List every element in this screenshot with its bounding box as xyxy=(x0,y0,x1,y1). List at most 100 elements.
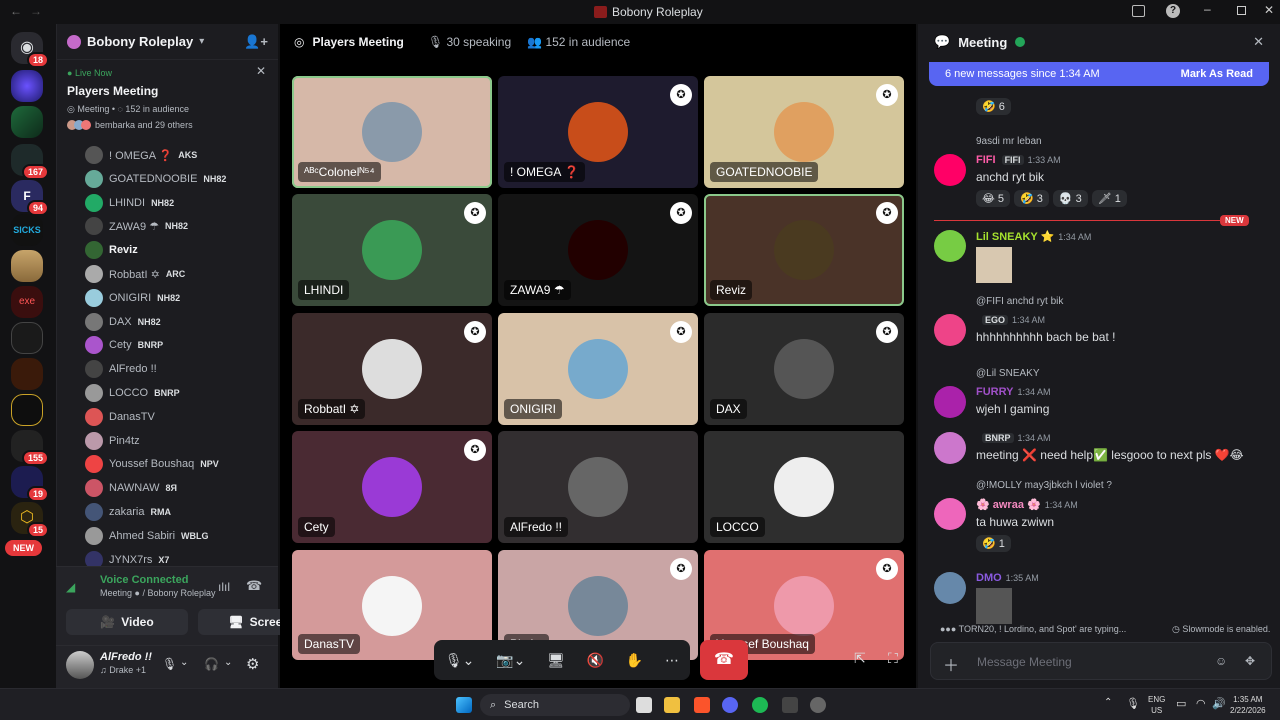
taskbar-search[interactable]: ⌕ Search xyxy=(480,694,630,716)
member-item[interactable]: LHINDI NH82 xyxy=(85,192,174,214)
server-item[interactable]: SICKS xyxy=(11,214,43,246)
emoji-icon[interactable]: ☺ xyxy=(1215,654,1227,668)
apps-icon[interactable]: ✥ xyxy=(1245,654,1255,668)
add-attachment-icon[interactable]: ＋ xyxy=(943,652,959,676)
chevron-down-icon[interactable]: ⌄ xyxy=(224,657,232,668)
headset-icon[interactable]: 🎧 xyxy=(204,657,219,671)
member-item[interactable]: ONIGIRI NH82 xyxy=(85,287,180,309)
microphone-icon[interactable]: 🎙 xyxy=(1126,697,1140,710)
reply-preview[interactable]: @!MOLLY may3jbkch l violet ? xyxy=(976,480,1269,491)
server-item[interactable] xyxy=(11,322,43,354)
participant-tile[interactable]: ✪ Reviz xyxy=(704,194,904,306)
server-item[interactable] xyxy=(11,70,43,102)
mute-icon[interactable]: 🔇 xyxy=(587,652,604,669)
inbox-icon[interactable] xyxy=(1132,5,1145,17)
app-icon[interactable] xyxy=(810,697,826,713)
chevron-down-icon[interactable]: ▾ xyxy=(199,36,204,47)
close-icon[interactable]: ✕ xyxy=(256,64,266,78)
message-avatar[interactable] xyxy=(934,572,966,604)
close-chat-icon[interactable]: ✕ xyxy=(1253,34,1264,50)
reply-preview[interactable]: @Lil SNEAKY xyxy=(976,368,1269,379)
server-item[interactable]: F 94 xyxy=(11,180,49,216)
message-avatar[interactable] xyxy=(934,386,966,418)
reply-preview[interactable]: @FIFI anchd ryt bik xyxy=(976,296,1269,307)
wifi-icon[interactable]: ◠ xyxy=(1196,697,1206,710)
add-member-icon[interactable]: 👤+ xyxy=(244,34,268,50)
mark-read-button[interactable]: Mark As Read xyxy=(1181,68,1253,80)
member-item[interactable]: Reviz xyxy=(85,239,138,261)
reaction-chip[interactable]: 🗡 1 xyxy=(1091,190,1127,207)
server-item[interactable]: exe xyxy=(11,286,43,318)
chat-message[interactable]: 9asdi mr leban FIFI FIFI 1:33 AM anchd ryt b… xyxy=(934,136,1269,207)
disconnect-icon[interactable]: ☎ xyxy=(246,578,262,594)
close-window-icon[interactable]: ✕ xyxy=(1264,3,1274,17)
participant-tile[interactable]: ᴬᴮᶜColonelᴺ⁵⁴ xyxy=(292,76,492,188)
chevron-up-icon[interactable]: ⌃ xyxy=(1104,697,1112,708)
server-item[interactable]: 19 xyxy=(11,466,49,502)
member-item[interactable]: ! OMEGA ❓ AKS xyxy=(85,144,197,166)
message-input[interactable]: Message Meeting xyxy=(977,655,1072,669)
message-author[interactable]: FURRY xyxy=(976,386,1013,398)
message-avatar[interactable] xyxy=(934,230,966,262)
reaction-chip[interactable]: 💀 3 xyxy=(1052,190,1088,207)
gear-icon[interactable]: ⚙ xyxy=(246,655,259,673)
participant-tile[interactable]: ✪ RobbatI ✡ xyxy=(292,313,492,425)
message-author[interactable]: DMO xyxy=(976,572,1002,584)
message-attachment-image[interactable] xyxy=(976,588,1012,624)
microphone-icon[interactable]: 🎙 xyxy=(162,657,177,671)
signal-icon[interactable]: ◢ xyxy=(66,580,75,594)
file-explorer-icon[interactable] xyxy=(664,697,680,713)
message-avatar[interactable] xyxy=(934,314,966,346)
participant-tile[interactable]: AlFredo !! xyxy=(498,431,698,543)
network-icon[interactable]: ▭ xyxy=(1176,697,1186,710)
message-author[interactable]: 🌸 awraa 🌸 xyxy=(976,499,1041,511)
chevron-down-icon[interactable]: ⌄ xyxy=(180,657,188,668)
spotify-icon[interactable] xyxy=(752,697,768,713)
maximize-icon[interactable] xyxy=(1237,6,1246,15)
member-item[interactable]: Youssef Boushaq NPV xyxy=(85,453,219,475)
participant-tile[interactable]: ✪ DAX xyxy=(704,313,904,425)
new-unreads-pill[interactable]: NEW xyxy=(5,540,42,556)
member-item[interactable]: zakaria RMA xyxy=(85,501,171,523)
windows-start-icon[interactable] xyxy=(456,697,472,713)
clock[interactable]: 1:35 AM 2/22/2026 xyxy=(1230,694,1266,716)
live-stage-card[interactable]: ● Live Now ✕ Players Meeting ◎ Meeting •… xyxy=(67,64,268,130)
new-messages-bar[interactable]: 6 new messages since 1:34 AM Mark As Rea… xyxy=(929,62,1269,86)
participant-tile[interactable]: LOCCO xyxy=(704,431,904,543)
video-button[interactable]: 🎥 Video xyxy=(66,609,188,635)
voice-status[interactable]: Voice Connected xyxy=(100,574,188,586)
member-item[interactable]: DAX NH82 xyxy=(85,311,161,333)
message-avatar[interactable] xyxy=(934,154,966,186)
server-item[interactable] xyxy=(11,250,43,282)
message-author[interactable]: FIFI xyxy=(976,154,996,166)
chat-message[interactable]: @!MOLLY may3jbkch l violet ? 🌸 awraa 🌸 1:3… xyxy=(934,480,1269,552)
microphone-icon[interactable]: 🎙⌄ xyxy=(445,652,475,669)
voice-location[interactable]: Meeting ● / Bobony Roleplay xyxy=(100,588,216,598)
guild-header[interactable]: Bobony Roleplay ▾ 👤+ xyxy=(57,24,278,60)
forward-arrow-icon[interactable]: → xyxy=(30,4,42,18)
server-item[interactable]: 167 xyxy=(11,144,49,180)
chat-message[interactable]: @Lil SNEAKY FURRY 1:34 AM wjeh l gaming xyxy=(934,368,1269,418)
reaction-chip[interactable]: 😂 5 xyxy=(976,190,1011,207)
participant-tile[interactable]: ✪ ONIGIRI xyxy=(498,313,698,425)
popout-icon[interactable]: ⇱ xyxy=(854,650,866,667)
server-item[interactable]: 155 xyxy=(11,430,49,466)
member-item[interactable]: DanasTV xyxy=(85,406,155,428)
back-arrow-icon[interactable]: ← xyxy=(10,4,22,18)
member-item[interactable]: Cety BNRP xyxy=(85,334,163,356)
member-item[interactable]: NAWNAW 8Я xyxy=(85,477,177,499)
camera-off-icon[interactable]: 📷⌄ xyxy=(496,652,525,669)
hangup-button[interactable]: ☎ xyxy=(700,640,748,680)
help-icon[interactable]: ? xyxy=(1166,4,1180,18)
screen-share-icon[interactable]: 🖥 xyxy=(547,652,565,669)
participant-tile[interactable]: ✪ ! OMEGA ❓ xyxy=(498,76,698,188)
minimize-icon[interactable]: – xyxy=(1204,2,1211,16)
reply-preview[interactable]: 9asdi mr leban xyxy=(976,136,1269,147)
member-item[interactable]: ZAWA9 ☂ NH82 xyxy=(85,215,188,237)
member-item[interactable]: AlFredo !! xyxy=(85,358,157,380)
participant-tile[interactable]: ✪ Cety xyxy=(292,431,492,543)
prev-reaction[interactable]: 🤣 6 xyxy=(976,98,1015,115)
user-avatar[interactable] xyxy=(66,651,94,679)
participant-tile[interactable]: ✪ GOATEDNOOBIE xyxy=(704,76,904,188)
reaction-chip[interactable]: 🤣 3 xyxy=(1014,190,1049,207)
